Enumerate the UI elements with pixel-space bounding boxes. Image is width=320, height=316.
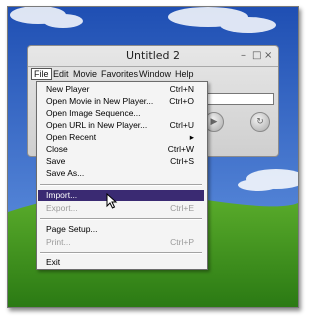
mouse-pointer-icon	[106, 193, 118, 209]
menu-item-shortcut: Ctrl+W	[167, 144, 194, 154]
menu-item-shortcut: Ctrl+O	[169, 96, 194, 106]
submenu-arrow-icon: ▸	[189, 132, 194, 142]
menu-item-shortcut: Ctrl+S	[170, 156, 194, 166]
menu-favorites[interactable]: Favorites	[101, 69, 138, 79]
menu-item-new-player[interactable]: New Player Ctrl+N	[38, 84, 204, 95]
maximize-icon[interactable]: □	[252, 50, 261, 61]
menu-item-import[interactable]: Import...	[38, 190, 204, 201]
menu-item-label: Save As...	[46, 168, 85, 178]
menu-movie[interactable]: Movie	[73, 69, 97, 79]
menu-item-label: Open Image Sequence...	[46, 108, 141, 118]
menu-item-export[interactable]: Export... Ctrl+E	[38, 203, 204, 214]
menu-item-open-image-sequence[interactable]: Open Image Sequence...	[38, 108, 204, 119]
menu-item-label: Close	[46, 144, 68, 154]
menu-item-label: Page Setup...	[46, 224, 98, 234]
menu-item-label: Export...	[46, 203, 78, 213]
menu-item-print[interactable]: Print... Ctrl+P	[38, 237, 204, 248]
menu-separator	[40, 252, 202, 254]
menu-item-exit[interactable]: Exit	[38, 257, 204, 268]
menu-help[interactable]: Help	[175, 69, 194, 79]
menu-item-save[interactable]: Save Ctrl+S	[38, 156, 204, 167]
menu-file[interactable]: File	[31, 68, 52, 80]
screenshot-frame: Untitled 2 – □ × File Edit Movie Favorit…	[7, 6, 299, 308]
menu-item-save-as[interactable]: Save As...	[38, 168, 204, 179]
menu-separator	[40, 184, 202, 186]
menu-item-label: Open Recent	[46, 132, 97, 142]
menu-separator	[40, 218, 202, 220]
menu-item-page-setup[interactable]: Page Setup...	[38, 224, 204, 235]
menu-item-open-url[interactable]: Open URL in New Player... Ctrl+U	[38, 120, 204, 131]
menu-item-label: Open Movie in New Player...	[46, 96, 154, 106]
menu-item-shortcut: Ctrl+N	[169, 84, 194, 94]
menu-item-label: Print...	[46, 237, 71, 247]
close-icon[interactable]: ×	[264, 50, 272, 61]
menu-item-shortcut: Ctrl+P	[170, 237, 194, 247]
menu-item-label: Open URL in New Player...	[46, 120, 148, 130]
menu-window[interactable]: Window	[139, 69, 171, 79]
minimize-icon[interactable]: –	[241, 50, 246, 61]
menu-item-open-recent[interactable]: Open Recent ▸	[38, 132, 204, 143]
menu-item-label: New Player	[46, 84, 90, 94]
loop-button[interactable]: ↻	[250, 112, 270, 132]
menu-item-close[interactable]: Close Ctrl+W	[38, 144, 204, 155]
title-bar[interactable]: Untitled 2 – □ ×	[28, 46, 278, 67]
menu-item-open-movie[interactable]: Open Movie in New Player... Ctrl+O	[38, 96, 204, 107]
menu-item-shortcut: Ctrl+E	[170, 203, 194, 213]
menu-item-label: Save	[46, 156, 66, 166]
menu-item-label: Import...	[46, 190, 78, 200]
menu-item-shortcut: Ctrl+U	[169, 120, 194, 130]
menu-item-label: Exit	[46, 257, 61, 267]
menu-edit[interactable]: Edit	[53, 69, 69, 79]
file-menu-dropdown: New Player Ctrl+N Open Movie in New Play…	[36, 81, 208, 270]
